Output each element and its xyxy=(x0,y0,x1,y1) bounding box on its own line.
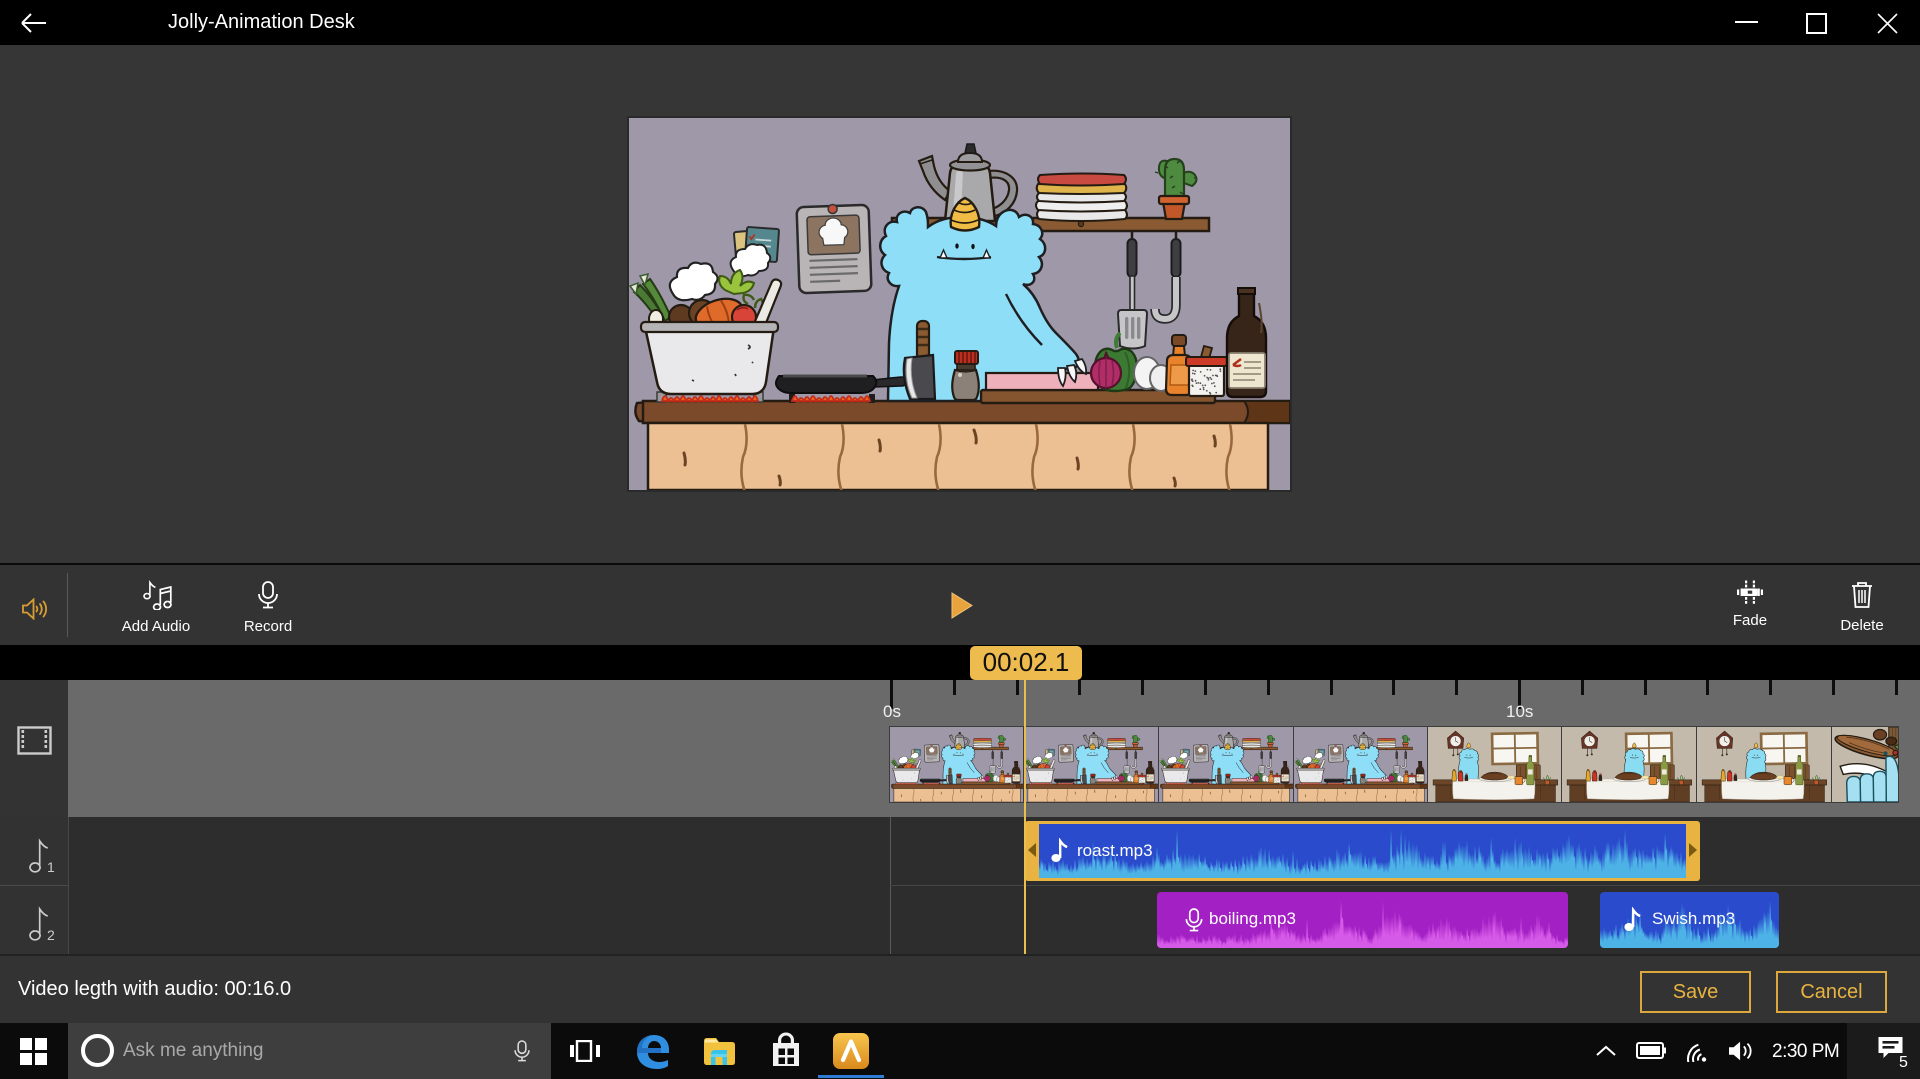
svg-text:1: 1 xyxy=(47,859,55,873)
svg-text:2: 2 xyxy=(47,927,55,941)
